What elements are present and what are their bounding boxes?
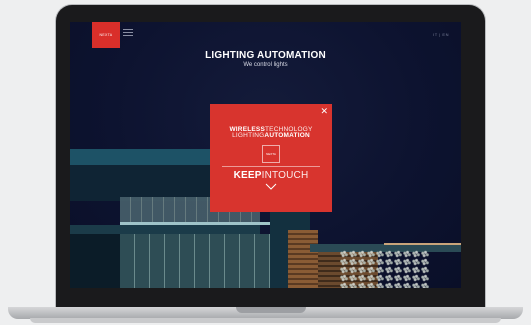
popup-automation: AUTOMATION	[264, 132, 310, 139]
laptop-notch	[236, 307, 306, 313]
hero-subtitle: We control lights	[243, 62, 288, 68]
cta-intouch: INTOUCH	[261, 170, 309, 181]
popup-logo-text: NEXTA	[266, 152, 276, 156]
popup-headline-line2: LIGHTINGAUTOMATION	[210, 132, 332, 139]
hero-title: LIGHTING AUTOMATION	[205, 50, 326, 61]
newsletter-popup: ✕ WIRELESSTECHNOLOGY LIGHTINGAUTOMATION …	[210, 104, 332, 212]
cta-keep: KEEP	[233, 170, 262, 181]
website-screen: NEXTA IT | EN LIGHTING AUTOMATION We con…	[70, 22, 461, 288]
popup-divider	[222, 166, 320, 167]
chevron-down-icon[interactable]	[265, 183, 277, 190]
popup-logo: NEXTA	[262, 145, 280, 163]
close-icon[interactable]: ✕	[320, 107, 328, 116]
language-switcher[interactable]: IT | EN	[433, 32, 449, 37]
keep-in-touch-button[interactable]: KEEPINTOUCH	[210, 170, 332, 181]
menu-icon[interactable]	[123, 29, 133, 38]
brand-logo[interactable]: NEXTA	[92, 22, 120, 48]
laptop-shadow	[30, 318, 501, 323]
popup-lighting: LIGHTING	[232, 132, 265, 139]
brand-logo-text: NEXTA	[99, 33, 113, 37]
